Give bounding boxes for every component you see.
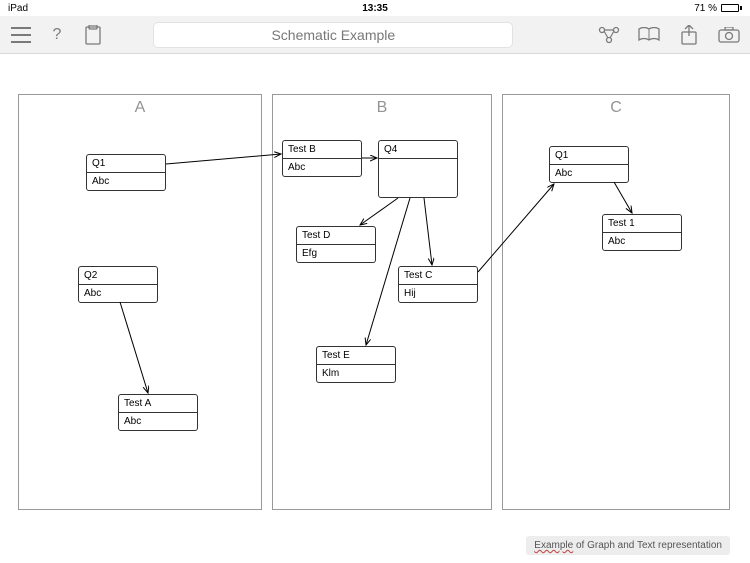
share-icon[interactable] — [678, 24, 700, 46]
graph-icon[interactable] — [598, 24, 620, 46]
node-title: Q1 — [87, 155, 165, 173]
node-title: Test E — [317, 347, 395, 365]
caption-underlined: Example — [534, 540, 573, 551]
caption-rest: of Graph and Text representation — [573, 540, 722, 551]
book-icon[interactable] — [638, 24, 660, 46]
column-B-label: B — [377, 99, 388, 117]
node-q1-a[interactable]: Q1 Abc — [86, 154, 166, 191]
node-test-d[interactable]: Test D Efg — [296, 226, 376, 263]
node-body — [379, 159, 457, 197]
column-A-label: A — [135, 99, 146, 117]
node-title: Test A — [119, 395, 197, 413]
node-body: Efg — [297, 245, 375, 262]
node-title: Test 1 — [603, 215, 681, 233]
node-body: Abc — [283, 159, 361, 176]
node-q2[interactable]: Q2 Abc — [78, 266, 158, 303]
caption: Example of Graph and Text representation — [526, 536, 730, 555]
node-test-1[interactable]: Test 1 Abc — [602, 214, 682, 251]
diagram-canvas[interactable]: A B C Q1 Abc Q2 Abc Test A Abc Test B Ab… — [0, 54, 750, 563]
node-title: Test B — [283, 141, 361, 159]
column-C-label: C — [610, 99, 622, 117]
toolbar: ? Schematic Example — [0, 16, 750, 54]
battery-pct: 71 % — [694, 3, 717, 14]
help-icon[interactable]: ? — [46, 24, 68, 46]
title-text: Schematic Example — [271, 27, 395, 43]
node-title: Test C — [399, 267, 477, 285]
node-title: Q2 — [79, 267, 157, 285]
node-body: Abc — [603, 233, 681, 250]
battery-icon — [721, 4, 742, 12]
node-q4[interactable]: Q4 — [378, 140, 458, 198]
node-body: Hij — [399, 285, 477, 302]
node-test-c[interactable]: Test C Hij — [398, 266, 478, 303]
node-title: Q4 — [379, 141, 457, 159]
node-body: Abc — [79, 285, 157, 302]
node-body: Abc — [119, 413, 197, 430]
clipboard-icon[interactable] — [82, 24, 104, 46]
node-title: Test D — [297, 227, 375, 245]
node-test-e[interactable]: Test E Klm — [316, 346, 396, 383]
node-body: Klm — [317, 365, 395, 382]
node-title: Q1 — [550, 147, 628, 165]
title-field[interactable]: Schematic Example — [153, 22, 513, 48]
device-label: iPad — [8, 3, 28, 14]
node-body: Abc — [550, 165, 628, 182]
status-bar: iPad 13:35 71 % — [0, 0, 750, 16]
clock: 13:35 — [362, 3, 388, 14]
node-body: Abc — [87, 173, 165, 190]
status-right: 71 % — [694, 3, 742, 14]
node-q1-c[interactable]: Q1 Abc — [549, 146, 629, 183]
menu-icon[interactable] — [10, 24, 32, 46]
node-test-a[interactable]: Test A Abc — [118, 394, 198, 431]
camera-icon[interactable] — [718, 24, 740, 46]
node-test-b[interactable]: Test B Abc — [282, 140, 362, 177]
